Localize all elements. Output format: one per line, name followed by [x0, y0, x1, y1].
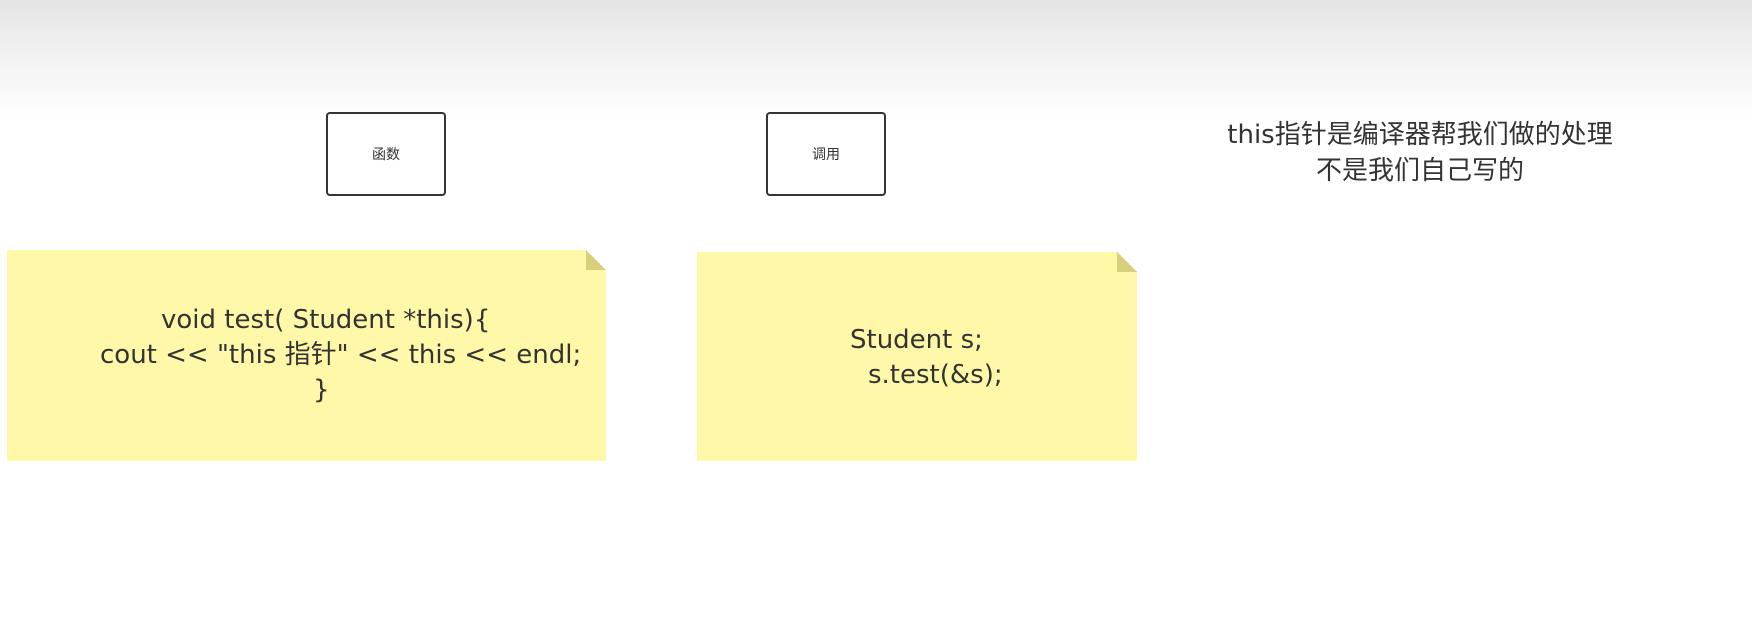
call-code-note[interactable]: Student s; s.test(&s);	[697, 252, 1137, 461]
function-box[interactable]: 函数	[326, 112, 446, 196]
call-code-line-2: s.test(&s);	[868, 360, 1003, 390]
function-code-line-2: cout << "this 指针" << this << endl;	[100, 340, 582, 370]
function-code-line-3: }	[313, 375, 330, 405]
call-box[interactable]: 调用	[766, 112, 886, 196]
function-box-label: 函数	[372, 147, 400, 163]
remark-line-1: this指针是编译器帮我们做的处理	[1227, 120, 1613, 150]
call-box-label: 调用	[812, 147, 840, 163]
note-fold-corner	[586, 250, 606, 270]
function-code-line-1: void test( Student *this){	[161, 305, 491, 335]
function-code-note[interactable]: void test( Student *this){ cout << "this…	[7, 250, 606, 461]
diagram-canvas: 函数 调用 void test( Student *this){ cout <<…	[0, 0, 1752, 636]
this-pointer-remark[interactable]: this指针是编译器帮我们做的处理 不是我们自己写的	[1170, 117, 1670, 189]
note-fold-corner	[1117, 252, 1137, 272]
remark-line-2: 不是我们自己写的	[1315, 156, 1524, 186]
call-code-line-1: Student s;	[850, 325, 983, 355]
